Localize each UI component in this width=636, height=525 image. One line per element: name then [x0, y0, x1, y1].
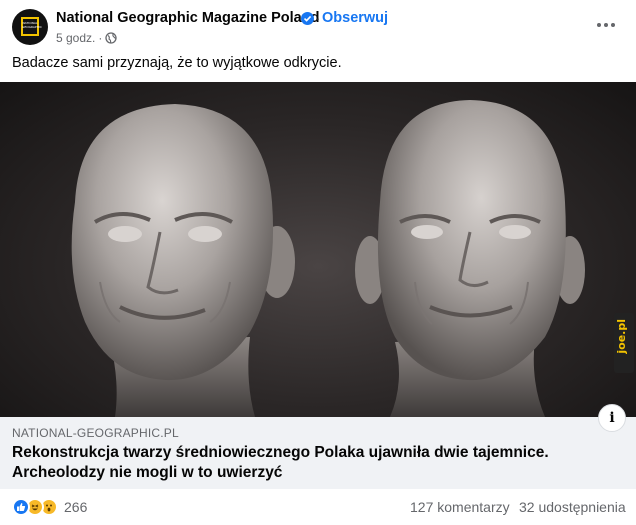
- like-icon: [12, 498, 30, 516]
- facebook-post: NATIONAL GEOGRAPHIC National Geographic …: [0, 0, 636, 525]
- info-icon[interactable]: i: [598, 404, 626, 432]
- engagement-bar: 266 127 komentarzy 32 udostępnienia: [0, 489, 636, 525]
- watermark: joe.pl: [614, 313, 634, 373]
- reaction-count: 266: [64, 499, 88, 515]
- reactions-summary[interactable]: 266: [12, 498, 87, 516]
- comments-count[interactable]: 127 komentarzy: [410, 499, 510, 515]
- left-head-reconstruction: [71, 104, 295, 417]
- follow-button[interactable]: Obserwuj: [322, 10, 388, 26]
- avatar-logo-text: NATIONAL GEOGRAPHIC: [22, 21, 42, 29]
- shares-count[interactable]: 32 udostępnienia: [519, 499, 626, 515]
- post-timestamp[interactable]: 5 godz.: [56, 31, 95, 45]
- watermark-text: joe.pl: [615, 319, 628, 354]
- post-caption: Badacze sami przyznają, że to wyjątkowe …: [12, 55, 342, 71]
- page-name[interactable]: National Geographic Magazine Poland: [56, 10, 319, 26]
- post-image[interactable]: joe.pl: [0, 82, 636, 417]
- post-header: NATIONAL GEOGRAPHIC National Geographic …: [0, 0, 636, 52]
- header-separator: ·: [316, 10, 321, 26]
- page-avatar[interactable]: NATIONAL GEOGRAPHIC: [12, 9, 48, 45]
- post-meta: 5 godz. ·: [56, 31, 118, 45]
- right-head-reconstruction: [355, 100, 585, 417]
- meta-separator: ·: [98, 31, 103, 45]
- facial-reconstructions-illustration: [71, 100, 585, 417]
- more-options-icon[interactable]: [594, 13, 618, 37]
- globe-icon[interactable]: [105, 32, 118, 44]
- link-domain: NATIONAL-GEOGRAPHIC.PL: [12, 426, 179, 440]
- link-headline[interactable]: Rekonstrukcja twarzy średniowiecznego Po…: [12, 443, 612, 483]
- verified-badge-icon: [301, 12, 314, 25]
